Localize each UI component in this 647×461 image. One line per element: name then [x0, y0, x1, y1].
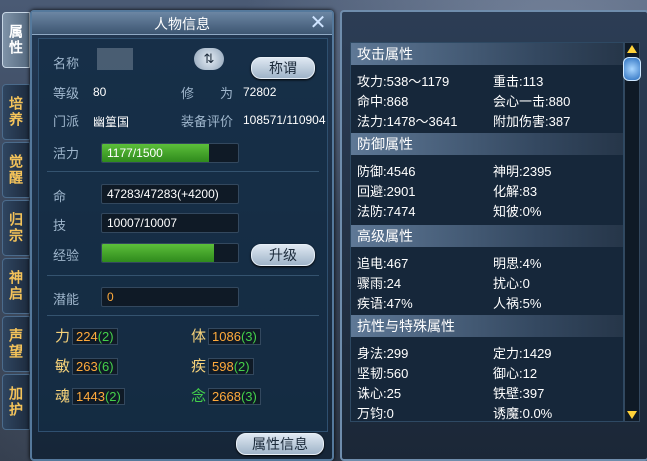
stat: 会心一击:880 [493, 94, 571, 109]
exp-fill [102, 244, 214, 262]
scroll-up-icon[interactable] [627, 45, 637, 53]
character-info-panel: 人物信息 ✕ 名称 ⇅ 称谓 等级 80 修 为 72802 门派 幽篁国 装备… [30, 10, 334, 461]
level-label: 等级 [53, 86, 80, 101]
stat: 法力:1478～3641 [357, 114, 458, 129]
skill-label: 技 [53, 218, 67, 233]
stat: 骤雨:24 [357, 276, 402, 291]
cultivation-value: 72802 [243, 85, 277, 99]
attr-strength: 力 224(2) [55, 325, 118, 346]
tab-awaken[interactable]: 觉醒 [2, 142, 30, 198]
stat: 攻力:538～1179 [357, 74, 450, 89]
stat: 知彼:0% [493, 204, 542, 219]
level-value: 80 [93, 85, 107, 99]
attribute-info-button[interactable]: 属性信息 [236, 433, 324, 455]
vitality-label: 活力 [53, 146, 80, 161]
levelup-button[interactable]: 升级 [251, 244, 315, 266]
cultivation-label: 修 为 [181, 86, 234, 101]
stat: 铁壁:397 [493, 386, 545, 401]
potential-label: 潜能 [53, 292, 80, 307]
stat: 追电:467 [357, 256, 409, 271]
exp-label: 经验 [53, 248, 80, 263]
stat: 法防:7474 [357, 204, 416, 219]
tab-reputation[interactable]: 声望 [2, 316, 30, 372]
attr-soul: 魂 1443(2) [55, 385, 125, 406]
section-attack: 攻击属性 [351, 43, 623, 65]
equip-value: 108571/110904 [243, 113, 326, 127]
stat: 防御:4546 [357, 164, 416, 179]
name-redacted [97, 48, 133, 70]
sect-label: 门派 [53, 114, 80, 129]
scroll-thumb[interactable] [623, 57, 641, 81]
sect-value: 幽篁国 [93, 115, 130, 129]
section-advanced: 高级属性 [351, 225, 623, 247]
stat: 神明:2395 [493, 164, 552, 179]
panel-title: 人物信息 [154, 16, 210, 32]
stat: 附加伤害:387 [493, 114, 571, 129]
stat: 坚韧:560 [357, 366, 409, 381]
stat: 命中:868 [357, 94, 409, 109]
scrollbar[interactable] [623, 42, 641, 422]
exp-bar [101, 243, 239, 263]
attr-constitution: 体 1086(3) [191, 325, 261, 346]
profile-area: 名称 ⇅ 称谓 等级 80 修 为 72802 门派 幽篁国 装备评价 1085… [38, 38, 328, 432]
vitality-value: 1177/1500 [107, 146, 163, 160]
tab-attributes[interactable]: 属性 [2, 12, 30, 68]
stat: 人祸:5% [493, 296, 542, 311]
attr-mind: 念 2668(3) [191, 385, 261, 406]
stat: 诛心:25 [357, 386, 402, 401]
section-resist: 抗性与特殊属性 [351, 315, 623, 337]
stat: 回避:2901 [357, 184, 416, 199]
divider [47, 315, 319, 316]
stat: 万钧:0 [357, 406, 394, 421]
divider [47, 275, 319, 276]
stat: 身法:299 [357, 346, 409, 361]
attr-agility: 敏 263(6) [55, 355, 118, 376]
potential-value: 0 [107, 290, 114, 304]
scroll-down-icon[interactable] [627, 411, 637, 419]
life-label: 命 [53, 189, 67, 204]
stat: 重击:113 [493, 74, 544, 89]
stat: 扰心:0 [493, 276, 530, 291]
stat: 诱魔:0.0% [493, 406, 553, 421]
stat: 御心:12 [493, 366, 538, 381]
life-value: 47283/47283(+4200) [107, 187, 219, 201]
section-defense: 防御属性 [351, 133, 623, 155]
tab-cultivate[interactable]: 培养 [2, 84, 30, 140]
tab-divine[interactable]: 神启 [2, 258, 30, 314]
stat: 明思:4% [493, 256, 542, 271]
stat: 疾语:47% [357, 296, 413, 311]
potential-field [101, 287, 239, 307]
close-icon[interactable]: ✕ [308, 13, 328, 33]
divider [47, 171, 319, 172]
equip-label: 装备评价 [181, 114, 234, 129]
attribute-list: 攻击属性 攻力:538～1179 重击:113 命中:868 会心一击:880 … [350, 42, 624, 422]
title-button[interactable]: 称谓 [251, 57, 315, 79]
attr-speed: 疾 598(2) [191, 355, 254, 376]
sort-icon[interactable]: ⇅ [194, 48, 224, 70]
name-label: 名称 [53, 56, 80, 71]
skill-value: 10007/10007 [107, 216, 178, 230]
tab-protect[interactable]: 加护 [2, 374, 30, 430]
attribute-detail-panel: 攻击属性 攻力:538～1179 重击:113 命中:868 会心一击:880 … [340, 10, 647, 461]
tab-origin[interactable]: 归宗 [2, 200, 30, 256]
stat: 定力:1429 [493, 346, 552, 361]
stat: 化解:83 [493, 184, 538, 199]
